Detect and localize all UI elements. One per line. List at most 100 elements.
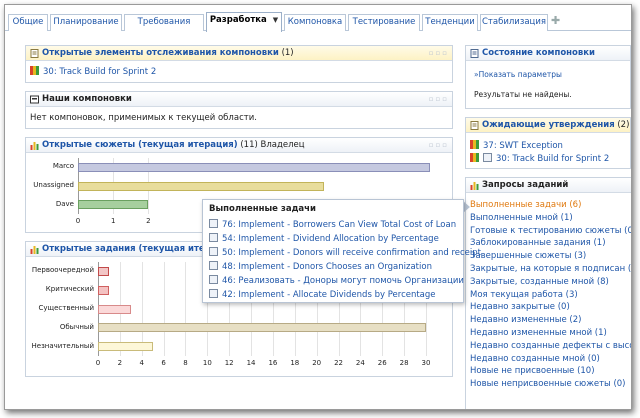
popup-item-label: 42: Implement - Allocate Dividends by Pe… xyxy=(222,290,436,300)
bar[interactable] xyxy=(98,323,426,333)
popup-item[interactable]: 42: Implement - Allocate Dividends by Pe… xyxy=(209,289,436,300)
popup-item[interactable]: 48: Implement - Donors Chooses an Organi… xyxy=(209,261,432,272)
x-tick-label: 2 xyxy=(146,217,151,225)
category-label: Незначительный xyxy=(31,341,94,350)
portlet-controls-icon[interactable]: ▫▫▫ xyxy=(429,141,449,149)
tab-label: Разработка xyxy=(209,15,267,25)
portlet-pending-approvals: Ожидающие утверждения (2) 37: SWT Except… xyxy=(465,117,631,169)
portlet-header: Открытые элементы отслеживания компоновк… xyxy=(26,46,452,61)
task-icon xyxy=(209,247,218,256)
popup-title: Выполненные задачи xyxy=(209,204,316,214)
query-item[interactable]: Недавно созданные дефекты с высоким xyxy=(470,341,631,351)
no-results-text: Результаты не найдены. xyxy=(474,90,572,99)
category-label: Dave xyxy=(55,199,74,208)
tab-label: Общие xyxy=(12,17,44,27)
bar[interactable] xyxy=(78,181,325,191)
query-item[interactable]: Недавно закрытые (0) xyxy=(470,302,570,312)
tab-6[interactable]: Тенденции xyxy=(422,14,478,31)
portlet-controls-icon[interactable]: ▫▫▫ xyxy=(429,49,449,57)
popup-item[interactable]: 54: Implement - Dividend Allocation by P… xyxy=(209,233,439,244)
tab-5[interactable]: Тестирование xyxy=(348,14,420,31)
category-label: Marco xyxy=(52,162,74,171)
bar[interactable] xyxy=(98,266,109,276)
tab-label: Стабилизация xyxy=(482,17,546,27)
completed-tasks-popup: Выполненные задачи 76: Implement - Borro… xyxy=(202,199,481,303)
portlet-work-queries: Запросы заданий Выполненные задачи (6) Вы… xyxy=(465,177,631,409)
popup-item[interactable]: 50: Implement - Donors will receive conf… xyxy=(209,247,481,258)
portlet-title: Ожидающие утверждения (2) xyxy=(482,120,630,130)
query-item[interactable]: Выполненные задачи (6) xyxy=(470,200,581,210)
x-tick-label: 10 xyxy=(202,359,212,367)
popup-item-label: 48: Implement - Donors Chooses an Organi… xyxy=(222,262,432,272)
x-tick-label: 30 xyxy=(421,359,431,367)
task-icon xyxy=(483,153,492,162)
x-tick-label: 14 xyxy=(246,359,256,367)
query-icon xyxy=(470,182,479,190)
task-icon xyxy=(209,261,218,270)
bar[interactable] xyxy=(98,304,131,314)
x-tick-label: 16 xyxy=(268,359,278,367)
query-item[interactable]: Заблокированные задания (1) xyxy=(470,238,606,248)
add-tab-icon[interactable]: ✚ xyxy=(551,14,560,27)
tab-label: Требования xyxy=(137,17,191,27)
popup-item-label: 76: Implement - Borrowers Can View Total… xyxy=(222,220,457,230)
list-item[interactable]: 30: Track Build for Sprint 2 xyxy=(470,153,609,164)
query-item[interactable]: Выполненные мной (1) xyxy=(470,213,573,223)
query-item[interactable]: Завершенные сюжеты (3) xyxy=(470,251,586,261)
chart-icon xyxy=(30,246,39,254)
popup-item[interactable]: 46: Реализовать - Доноры могут помочь Ор… xyxy=(209,275,464,286)
x-tick-label: 2 xyxy=(117,359,123,367)
portlet-controls-icon[interactable]: ▫▫▫ xyxy=(429,95,449,103)
task-icon xyxy=(209,289,218,298)
build-icon xyxy=(470,140,479,149)
builds-icon xyxy=(30,95,39,104)
query-item[interactable]: Закрытые, на которые я подписан (8) xyxy=(470,264,631,274)
query-item[interactable]: Недавно измененные мной (1) xyxy=(470,328,607,338)
bar[interactable] xyxy=(78,162,430,172)
portlet-title: Открытые элементы отслеживания компоновк… xyxy=(42,48,294,58)
bar[interactable] xyxy=(78,200,149,210)
bar[interactable] xyxy=(98,342,153,352)
portlet-header: Запросы заданий xyxy=(466,178,631,193)
query-item[interactable]: Закрытые, созданные мной (8) xyxy=(470,277,609,287)
popup-item-label: 50: Implement - Donors will receive conf… xyxy=(222,248,481,258)
category-label: Критический xyxy=(45,285,94,294)
document-icon xyxy=(470,49,479,58)
tab-1[interactable]: Планирование xyxy=(50,14,122,31)
x-tick-label: 4 xyxy=(139,359,144,367)
show-params-link[interactable]: »Показать параметры xyxy=(474,70,562,79)
portlet-header: Наши компоновки ▫▫▫ xyxy=(26,92,452,107)
tab-7[interactable]: Стабилизация xyxy=(480,14,548,31)
list-item[interactable]: 37: SWT Exception xyxy=(470,140,563,151)
query-item[interactable]: Моя текущая работа (3) xyxy=(470,290,578,300)
query-item[interactable]: Новые не присвоенные (10) xyxy=(470,366,595,376)
task-icon xyxy=(209,219,218,228)
query-item[interactable]: Готовые к тестированию сюжеты (0) xyxy=(470,226,631,236)
tab-label: Тенденции xyxy=(425,17,475,27)
build-icon xyxy=(30,66,39,75)
popup-item[interactable]: 76: Implement - Borrowers Can View Total… xyxy=(209,219,456,230)
x-tick-label: 18 xyxy=(290,359,300,367)
chart-icon xyxy=(30,142,39,150)
task-icon xyxy=(209,233,218,242)
chevron-down-icon[interactable]: ▼ xyxy=(273,13,278,28)
tab-0[interactable]: Общие xyxy=(8,14,48,31)
query-item[interactable]: Недавно измененные (2) xyxy=(470,315,581,325)
tab-4[interactable]: Компоновка xyxy=(284,14,346,31)
list-item[interactable]: 30: Track Build for Sprint 2 xyxy=(30,66,156,77)
category-label: Unassigned xyxy=(33,181,74,189)
bar[interactable] xyxy=(98,285,109,295)
x-tick-label: 6 xyxy=(161,359,166,367)
tab-2[interactable]: Требования xyxy=(124,14,204,31)
x-tick-label: 8 xyxy=(183,359,188,367)
portlet-header: Ожидающие утверждения (2) xyxy=(466,118,630,133)
category-label: Первоочередной xyxy=(31,266,94,275)
tab-label: Компоновка xyxy=(287,17,343,27)
query-item[interactable]: Новые неприсвоенные сюжеты (0) xyxy=(470,379,626,389)
x-tick-label: 1 xyxy=(110,217,116,225)
portlet-title: Запросы заданий xyxy=(482,180,569,190)
query-item[interactable]: Недавно созданные мной (0) xyxy=(470,354,600,364)
popup-pointer xyxy=(463,201,470,213)
x-tick-label: 28 xyxy=(399,359,409,367)
tab-3[interactable]: Разработка ▼ xyxy=(206,12,282,32)
